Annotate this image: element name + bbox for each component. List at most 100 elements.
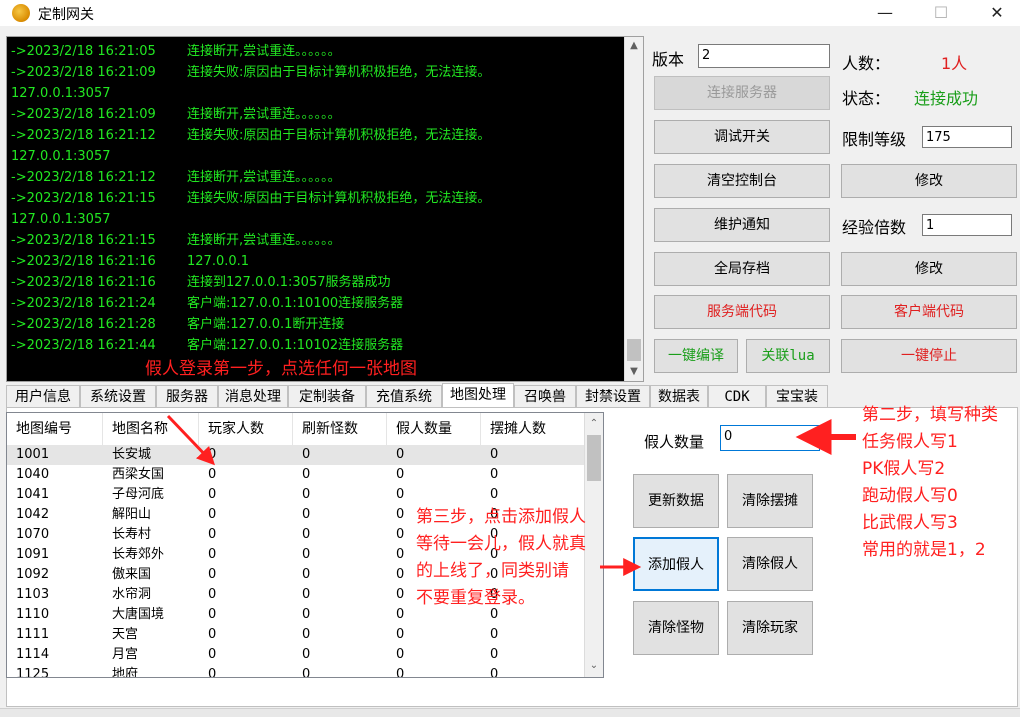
modify-level-button[interactable]: 修改 [841,164,1017,198]
tab-9[interactable]: 数据表 [650,385,708,407]
scroll-up-icon[interactable]: ▲ [625,37,643,55]
tab-8[interactable]: 封禁设置 [576,385,650,407]
tab-10[interactable]: CDK [708,385,766,407]
clear-stalls-button[interactable]: 清除摆摊 [727,474,813,528]
table-cell: 0 [490,627,499,642]
debug-toggle-button[interactable]: 调试开关 [654,120,830,154]
console-message: 连接断开,尝试重连。。。。。。 [187,107,341,122]
tab-1[interactable]: 系统设置 [80,385,156,407]
scroll-thumb[interactable] [627,339,641,361]
annotation-line: 第二步，填写种类 [862,405,998,425]
console-line: 127.0.0.1:3057 [11,209,623,230]
fake-count-label: 假人数量 [644,433,705,451]
table-row[interactable]: 1114 月宫 0 0 0 0 [7,645,585,665]
refresh-data-button[interactable]: 更新数据 [633,474,719,528]
tab-2[interactable]: 服务器 [156,385,218,407]
table-cell: 0 [208,467,217,482]
table-cell: 0 [396,567,405,582]
table-cell: 傲来国 [112,567,152,582]
console-message: 127.0.0.1 [187,254,250,269]
column-header[interactable]: 地图编号 [7,413,103,445]
people-count: 1人 [941,54,968,73]
clear-monsters-button[interactable]: 清除怪物 [633,601,719,655]
global-save-button[interactable]: 全局存档 [654,252,830,286]
client-code-button[interactable]: 客户端代码 [841,295,1017,329]
level-limit-field[interactable]: 175 [922,126,1012,148]
scroll-down-icon[interactable]: ⌄ [585,657,603,675]
stop-all-button[interactable]: 一键停止 [841,339,1017,373]
table-cell: 0 [302,527,311,542]
tab-4[interactable]: 定制装备 [288,385,366,407]
tab-11[interactable]: 宝宝装 [766,385,828,407]
close-button[interactable]: ✕ [974,0,1020,26]
console-line: ->2023/2/18 16:21:16 127.0.0.1 [11,251,623,272]
console-timestamp: ->2023/2/18 16:21:12 [11,170,156,185]
table-cell: 0 [302,447,311,462]
table-cell: 解阳山 [112,507,152,522]
console-message: 连接失败:原因由于目标计算机积极拒绝，无法连接。 [187,65,491,80]
annotation-step1: 假人登录第一步，点选任何一张地图 [145,359,417,379]
tab-0[interactable]: 用户信息 [6,385,80,407]
clear-console-button[interactable]: 清空控制台 [654,164,830,198]
map-list-scrollbar[interactable]: ⌃ ⌄ [584,413,603,677]
table-cell: 0 [208,527,217,542]
column-header[interactable]: 摆摊人数 [481,413,585,445]
console-log[interactable]: ->2023/2/18 16:21:05 连接断开,尝试重连。。。。。。 ->202… [6,36,644,382]
table-cell: 0 [208,567,217,582]
table-row[interactable]: 1111 天宫 0 0 0 0 [7,625,585,645]
table-cell: 0 [490,667,499,678]
table-row[interactable]: 1125 地府 0 0 0 0 [7,665,585,678]
maximize-button[interactable]: ☐ [918,0,964,26]
console-line: ->2023/2/18 16:21:12 连接断开,尝试重连。。。。。。 [11,167,623,188]
column-header[interactable]: 地图名称 [103,413,199,445]
tab-6[interactable]: 地图处理 [442,383,514,407]
tab-3[interactable]: 消息处理 [218,385,288,407]
clear-fake-players-button[interactable]: 清除假人 [727,537,813,591]
table-cell: 1040 [16,467,50,482]
modify-exp-button[interactable]: 修改 [841,252,1017,286]
table-cell: 0 [208,507,217,522]
tab-7[interactable]: 召唤兽 [514,385,576,407]
table-cell: 0 [396,547,405,562]
add-fake-player-button[interactable]: 添加假人 [633,537,719,591]
tab-5[interactable]: 充值系统 [366,385,442,407]
compile-button[interactable]: 一键编译 [654,339,738,373]
console-timestamp: ->2023/2/18 16:21:09 [11,65,156,80]
table-cell: 地府 [112,667,139,678]
annotation-line: 常用的就是1，2 [862,540,986,560]
console-timestamp: ->2023/2/18 16:21:24 [11,296,156,311]
column-header[interactable]: 刷新怪数 [293,413,387,445]
exp-multiplier-field[interactable]: 1 [922,214,1012,236]
title-bar: 定制网关 — ☐ ✕ [0,0,1020,26]
maintenance-notice-button[interactable]: 维护通知 [654,208,830,242]
link-lua-button[interactable]: 关联lua [746,339,830,373]
server-code-button[interactable]: 服务端代码 [654,295,830,329]
console-timestamp: ->2023/2/18 16:21:05 [11,44,156,59]
console-scrollbar[interactable]: ▲ ▼ [624,37,643,381]
fake-count-field[interactable]: 0 [720,425,820,451]
table-cell: 0 [208,647,217,662]
table-cell: 0 [490,467,499,482]
console-line: ->2023/2/18 16:21:28 客户端:127.0.0.1断开连接 [11,314,623,335]
column-header[interactable]: 玩家人数 [199,413,293,445]
console-message: 连接断开,尝试重连。。。。。。 [187,44,341,59]
scroll-thumb[interactable] [587,435,601,481]
version-field[interactable]: 2 [698,44,830,68]
table-row[interactable]: 1040 西梁女国 0 0 0 0 [7,465,585,485]
table-cell: 西梁女国 [112,467,165,482]
console-timestamp: ->2023/2/18 16:21:16 [11,275,156,290]
table-cell: 大唐国境 [112,607,165,622]
connect-server-button[interactable]: 连接服务器 [654,76,830,110]
version-label: 版本 [652,50,685,69]
annotation-line: 不要重复登录。 [416,588,535,608]
clear-players-button[interactable]: 清除玩家 [727,601,813,655]
table-row[interactable]: 1041 子母河底 0 0 0 0 [7,485,585,505]
minimize-button[interactable]: — [862,0,908,26]
status-value: 连接成功 [914,89,979,108]
app-logo-icon [12,4,30,22]
scroll-down-icon[interactable]: ▼ [625,363,643,381]
column-header[interactable]: 假人数量 [387,413,481,445]
table-row[interactable]: 1001 长安城 0 0 0 0 [7,445,585,465]
scroll-up-icon[interactable]: ⌃ [585,415,603,433]
console-line: ->2023/2/18 16:21:15 连接断开,尝试重连。。。。。。 [11,230,623,251]
